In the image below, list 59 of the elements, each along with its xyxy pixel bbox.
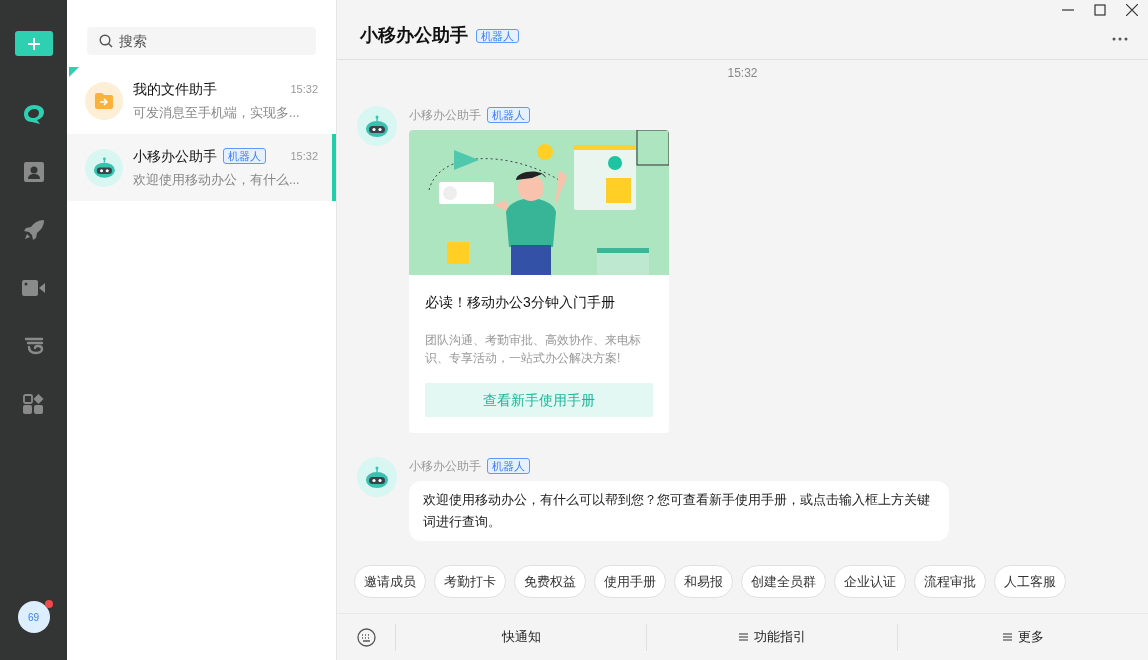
bottom-bar-button[interactable]: 更多 (898, 627, 1148, 647)
card-description: 团队沟通、考勤审批、高效协作、来电标识、专享活动，一站式办公解决方案! (425, 332, 642, 367)
timestamp: 15:32 (727, 65, 758, 82)
card-title: 必读！移动办公3分钟入门手册 (425, 293, 616, 312)
more-icon[interactable] (1112, 37, 1128, 41)
conversation-time: 15:32 (290, 81, 318, 97)
robot-avatar (85, 148, 123, 187)
apps-icon (23, 393, 44, 415)
contact-card-icon (23, 162, 44, 182)
conversation-name: 小移办公助手 (133, 146, 217, 166)
search-icon (99, 34, 113, 48)
maximize-icon[interactable] (1094, 4, 1106, 16)
quick-reply-chip[interactable]: 企业认证 (834, 565, 906, 598)
conversation-item[interactable]: 小移办公助手 机器人 15:32 欢迎使用移动办公，有什么... (67, 134, 336, 201)
menu-icon (738, 633, 748, 641)
chat-title: 小移办公助手 (360, 24, 468, 47)
quick-reply-chip[interactable]: 免费权益 (514, 565, 586, 598)
pinned-corner-mark (69, 67, 79, 77)
q-logo-icon (21, 103, 46, 125)
search-input[interactable]: 搜索 (119, 30, 299, 52)
nav-tab[interactable] (21, 277, 46, 299)
swirl-icon (22, 336, 45, 356)
robot-tag: 机器人 (487, 458, 530, 474)
message-bubble: 欢迎使用移动办公，有什么可以帮到您？您可查看新手使用手册，或点击输入框上方关键词进行查询。 (409, 481, 949, 541)
selected-indicator (332, 134, 336, 201)
conversation-name: 我的文件助手 (133, 79, 217, 99)
add-button[interactable] (14, 31, 53, 56)
robot-tag: 机器人 (476, 29, 519, 43)
quick-reply-chip[interactable]: 考勤打卡 (434, 565, 506, 598)
nav-tab[interactable] (21, 161, 46, 183)
message-preview: 可发消息至手机端，实现多... (133, 104, 301, 122)
guide-card[interactable]: 必读！移动办公3分钟入门手册 团队沟通、考勤审批、高效协作、来电标识、专享活动，一站式办公解决方案! 查看新手使用手册 (409, 130, 669, 433)
video-camera-icon (22, 280, 45, 296)
nav-tab[interactable] (21, 393, 46, 415)
conversation-time: 15:32 (290, 148, 318, 164)
sender-name: 小移办公助手 (409, 458, 481, 475)
sender-name: 小移办公助手 (409, 107, 481, 124)
quick-reply-chip[interactable]: 创建全员群 (741, 565, 826, 598)
quick-reply-chip[interactable]: 邀请成员 (354, 565, 426, 598)
nav-tab[interactable] (21, 103, 46, 125)
robot-avatar (357, 457, 397, 497)
robot-tag: 机器人 (487, 107, 530, 123)
robot-tag: 机器人 (223, 148, 266, 165)
keyboard-icon[interactable] (356, 627, 376, 647)
menu-icon (1002, 633, 1012, 641)
plus-icon (27, 37, 40, 50)
rocket-icon (22, 219, 45, 241)
robot-avatar (357, 106, 397, 146)
search-field[interactable]: 搜索 (87, 27, 316, 55)
bottom-bar-button[interactable]: 功能指引 (647, 627, 897, 647)
quick-reply-chip[interactable]: 和易报 (674, 565, 733, 598)
message-preview: 欢迎使用移动办公，有什么... (133, 171, 301, 189)
quick-reply-chip[interactable]: 使用手册 (594, 565, 666, 598)
close-icon[interactable] (1126, 4, 1138, 16)
folder-avatar (85, 81, 123, 120)
nav-tab[interactable] (21, 219, 46, 241)
bottom-bar-button[interactable]: 快通知 (396, 627, 646, 647)
quick-reply-chip[interactable]: 人工客服 (994, 565, 1066, 598)
quick-reply-chip[interactable]: 流程审批 (914, 565, 986, 598)
